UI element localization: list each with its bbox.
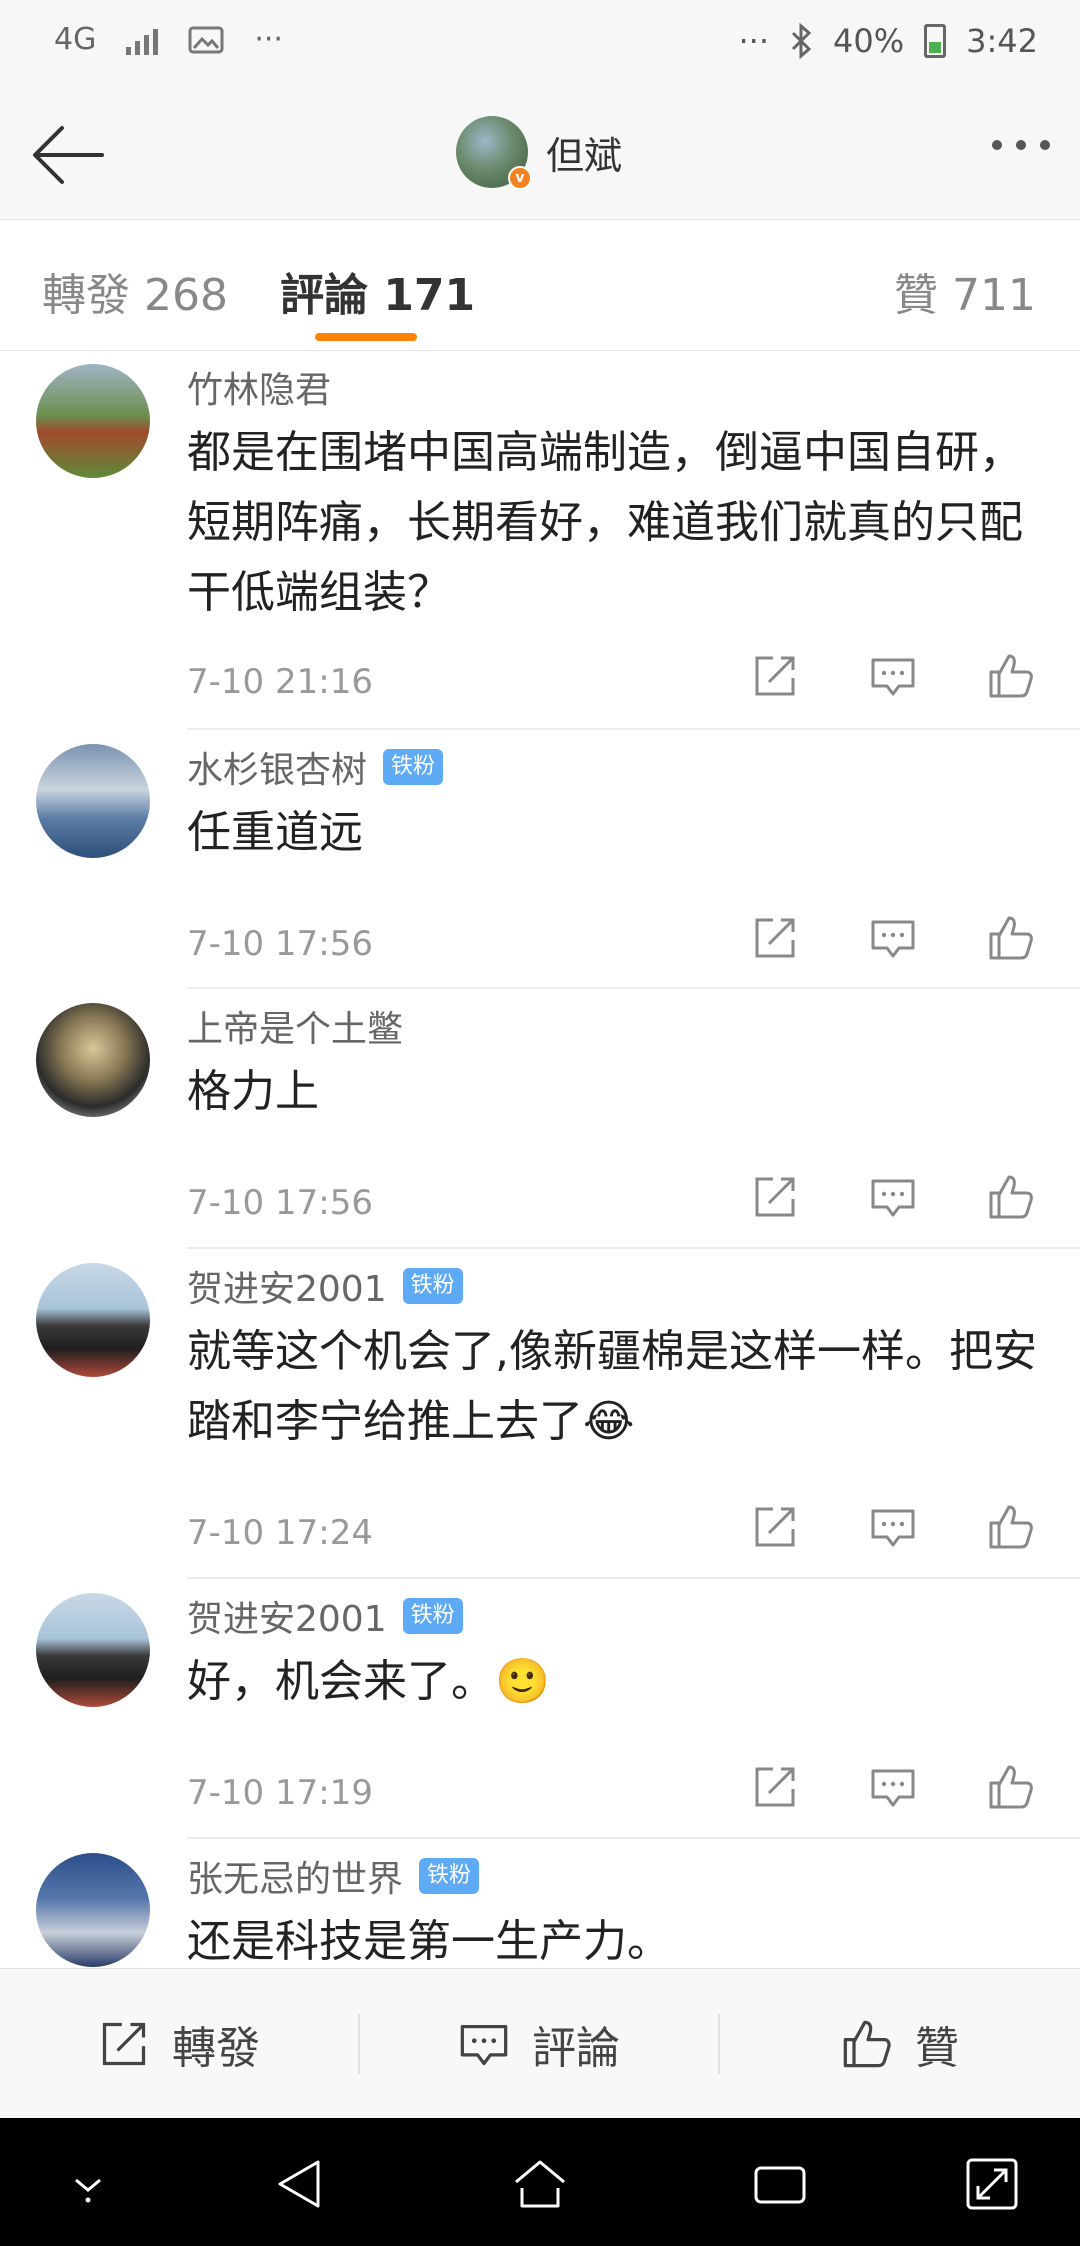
status-bar: 4G ··· ··· 40% 3:42 [0,0,1080,92]
comment-text: 就等这个机会了,像新疆棉是这样一样。把安踏和李宁给推上去了😂 [187,1326,1037,1447]
comment-item: 张无忌的世界 铁粉 还是科技是第一生产力。 [0,1839,1080,1968]
comment-label: 評論 [532,2023,620,2074]
nav-bar: v 但斌 [0,92,1080,220]
comment-time: 7-10 17:56 [187,924,373,964]
fan-badge: 铁粉 [402,1598,463,1634]
back-button[interactable] [28,122,108,188]
comment-time: 7-10 21:16 [187,662,373,702]
active-tab-indicator [315,333,417,341]
comment-username[interactable]: 上帝是个土鳖 [187,1000,403,1052]
comment-item: 贺进安2001 铁粉 就等这个机会了,像新疆棉是这样一样。把安踏和李宁给推上去了😂… [0,1249,1080,1579]
clock: 3:42 [966,22,1038,60]
repost-icon[interactable] [751,914,799,962]
comment-item: 上帝是个土鳖 格力上 7-10 17:56 [0,989,1080,1249]
comment-text: 都是在围堵中国高端制造，倒逼中国自研，短期阵痛，长期看好，难道我们就真的只配干低… [187,427,1023,618]
comment-icon [460,2025,508,2066]
tab-likes[interactable]: 贊 711 [894,259,1036,323]
bluetooth-icon [791,23,812,59]
like-icon[interactable] [987,652,1035,700]
hide-keyboard-icon[interactable] [56,2152,120,2216]
signal-icon [126,25,159,55]
repost-icon[interactable] [751,1503,799,1551]
comment-icon[interactable] [869,652,917,700]
system-nav-bar [0,2118,1080,2246]
comment-item: 竹林隐君 都是在围堵中国高端制造，倒逼中国自研，短期阵痛，长期看好，难道我们就真… [0,352,1080,730]
comment-time: 7-10 17:24 [187,1513,373,1553]
comment-text: 格力上 [187,1066,319,1117]
comment-time: 7-10 17:19 [187,1773,373,1813]
fan-badge: 铁粉 [419,1858,480,1894]
page-title: 但斌 [546,133,623,178]
tab-bar: 轉發 268 評論 171 贊 711 [0,221,1080,351]
like-icon[interactable] [987,1763,1035,1811]
home-icon[interactable] [508,2152,572,2216]
repost-label: 轉發 [172,2023,260,2074]
comment-button[interactable]: 評論 [360,1969,718,2119]
comment-username[interactable]: 竹林隐君 [187,361,331,413]
like-label: 贊 [915,2023,959,2074]
repost-button[interactable]: 轉發 [0,1969,358,2119]
avatar[interactable] [36,364,150,478]
network-indicator: 4G [54,22,97,57]
battery-percent: 40% [833,22,905,60]
comment-username[interactable]: 贺进安2001 [187,1260,387,1312]
tab-repost[interactable]: 轉發 268 [42,259,228,323]
comment-list[interactable]: 竹林隐君 都是在围堵中国高端制造，倒逼中国自研，短期阵痛，长期看好，难道我们就真… [0,352,1080,1968]
image-icon [188,26,224,53]
back-arrow-icon [33,126,104,184]
comment-time: 7-10 17:56 [187,1183,373,1223]
comment-icon[interactable] [869,1503,917,1551]
like-button[interactable]: 贊 [720,1969,1080,2119]
comment-text: 还是科技是第一生产力。 [187,1916,671,1967]
status-dots: ··· [738,22,770,60]
recent-apps-icon[interactable] [748,2152,812,2216]
comment-icon[interactable] [869,1763,917,1811]
comment-username[interactable]: 张无忌的世界 [187,1850,403,1902]
avatar[interactable] [36,744,150,858]
repost-icon[interactable] [751,1173,799,1221]
more-dot-icon [992,140,1002,150]
avatar[interactable] [36,1853,150,1967]
comment-text: 任重道远 [187,807,363,858]
comment-username[interactable]: 水杉银杏树 [187,741,367,793]
comment-text: 好，机会来了。🙂 [187,1656,550,1707]
like-icon[interactable] [987,1173,1035,1221]
verified-badge-icon: v [508,166,532,190]
fan-badge: 铁粉 [383,749,444,785]
like-icon[interactable] [987,914,1035,962]
like-icon [843,2020,891,2068]
avatar[interactable] [36,1593,150,1707]
more-dot-icon [1040,140,1050,150]
tab-comments[interactable]: 評論 171 [280,259,475,323]
avatar[interactable] [36,1263,150,1377]
more-dot-icon [1016,140,1026,150]
more-status-dots: ··· [254,22,283,57]
system-back-icon[interactable] [268,2152,332,2216]
more-options-button[interactable] [992,140,1050,150]
author-avatar: v [456,116,532,190]
comment-icon[interactable] [869,1173,917,1221]
repost-icon[interactable] [751,652,799,700]
battery-icon [924,24,947,58]
repost-icon[interactable] [751,1763,799,1811]
expand-icon[interactable] [960,2152,1024,2216]
comment-item: 水杉银杏树 铁粉 任重道远 7-10 17:56 [0,730,1080,989]
like-icon[interactable] [987,1503,1035,1551]
bottom-action-bar: 轉發 評論 贊 [0,1968,1080,2118]
avatar[interactable] [36,1003,150,1117]
comment-username[interactable]: 贺进安2001 [187,1590,387,1642]
comment-item: 贺进安2001 铁粉 好，机会来了。🙂 7-10 17:19 [0,1579,1080,1839]
comment-icon[interactable] [869,914,917,962]
fan-badge: 铁粉 [402,1268,463,1304]
author-header[interactable]: v 但斌 [456,116,623,190]
repost-icon [102,2022,146,2066]
